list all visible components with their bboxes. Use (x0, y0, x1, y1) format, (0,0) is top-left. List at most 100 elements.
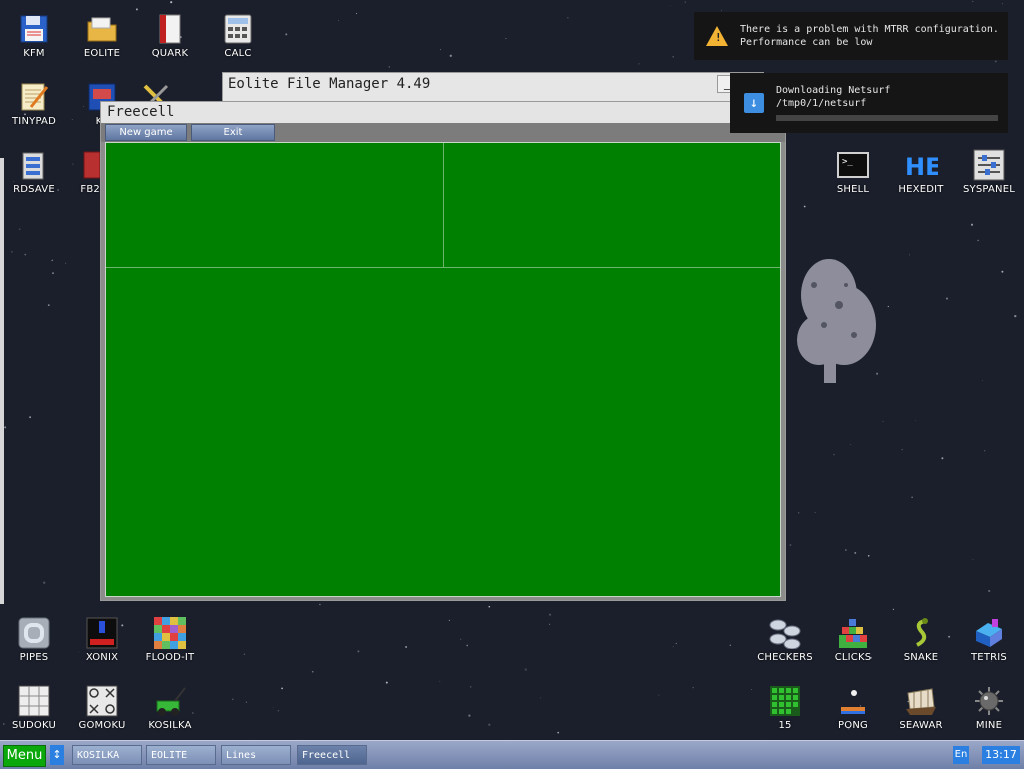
star (439, 680, 441, 682)
mine-icon (972, 684, 1006, 718)
desktop-icon-seawar[interactable]: SEAWAR (887, 676, 955, 740)
star (505, 37, 507, 40)
star (338, 20, 339, 21)
star (850, 444, 852, 445)
lawnmower-icon (153, 684, 187, 718)
desktop-icon-pong[interactable]: PONG (819, 676, 887, 740)
desktop-icon-shell[interactable]: >_ SHELL (819, 140, 887, 204)
desktop-icon-tetris[interactable]: TETRIS (955, 608, 1023, 672)
star (833, 453, 835, 456)
star (18, 228, 21, 231)
star (909, 254, 911, 256)
task-button-kosilka[interactable]: KOSILKA (72, 745, 142, 765)
star (51, 259, 53, 261)
window-titlebar[interactable]: Freecell (101, 102, 785, 123)
language-indicator[interactable]: En (953, 746, 969, 764)
eolite-window[interactable]: Eolite File Manager 4.49 _ (222, 72, 764, 104)
task-button-lines[interactable]: Lines (221, 745, 291, 765)
desktop-icon-flood-it[interactable]: FLOOD-IT (136, 608, 204, 672)
star (47, 304, 50, 307)
syspanel-icon (972, 148, 1006, 182)
gomoku-icon (85, 684, 119, 718)
desktop-icon-calc[interactable]: CALC (204, 4, 272, 68)
star (672, 646, 674, 648)
exit-button[interactable]: Exit (191, 124, 275, 141)
new-game-button[interactable]: New game (105, 124, 187, 141)
star (449, 54, 452, 57)
star (488, 723, 491, 726)
star (901, 449, 903, 451)
desktop-icon-label: KFM (23, 48, 45, 59)
star (684, 1, 686, 3)
desktop-icon-label: GOMOKU (78, 720, 126, 731)
book-icon (153, 12, 187, 46)
star (524, 668, 527, 671)
star (567, 17, 569, 19)
desktop-icon-tinypad[interactable]: TINYPAD (0, 72, 68, 136)
star (488, 605, 491, 608)
desktop-icon-snake[interactable]: SNAKE (887, 608, 955, 672)
desktop-icon-hexedit[interactable]: HE HEXEDIT (887, 140, 955, 204)
pipes-icon (17, 616, 51, 650)
notepad-icon (17, 80, 51, 114)
terminal-icon: >_ (836, 148, 870, 182)
desktop-icon-label: 15 (778, 720, 792, 731)
desktop-icon-fb2[interactable]: FB2 (68, 140, 100, 204)
desktop-icon-checkers[interactable]: CHECKERS (751, 608, 819, 672)
desktop-icon-quark[interactable]: QUARK (136, 4, 204, 68)
hexedit-icon: HE (904, 148, 938, 182)
desktop-icon-xonix[interactable]: XONIX (68, 608, 136, 672)
desktop-icon-label: SYSPANEL (962, 184, 1015, 195)
mtrr-warning-notification[interactable]: ! There is a problem with MTRR configura… (694, 12, 1008, 60)
desktop-icon-gomoku[interactable]: GOMOKU (68, 676, 136, 740)
star (867, 554, 870, 557)
desktop-icon-syspanel[interactable]: SYSPANEL (955, 140, 1023, 204)
download-notification[interactable]: ↓ Downloading Netsurf /tmp0/1/netsurf (730, 73, 1008, 133)
desktop-icon-mine[interactable]: MINE (955, 676, 1023, 740)
star (448, 619, 451, 622)
star (243, 653, 246, 656)
star (692, 687, 694, 689)
star (10, 250, 13, 253)
tetris-icon (972, 616, 1006, 650)
desktop-icon-label: RDSAVE (13, 184, 55, 195)
desktop-icon-label: PONG (838, 720, 868, 731)
task-button-eolite[interactable]: EOLITE (146, 745, 216, 765)
star (984, 450, 986, 452)
desktop-icon-label: CALC (224, 48, 252, 59)
freecell-window[interactable]: Freecell New game Exit (100, 101, 786, 601)
desktop-icon-label: CLICKS (834, 652, 872, 663)
notification-text: Downloading Netsurf /tmp0/1/netsurf (776, 85, 890, 109)
star (245, 701, 247, 703)
star (803, 205, 806, 208)
desktop-icon-rdsave[interactable]: RDSAVE (0, 140, 68, 204)
star (43, 581, 46, 584)
desktop-icon-15[interactable]: 15 (751, 676, 819, 740)
clock[interactable]: 13:17 (982, 746, 1020, 764)
star (675, 642, 677, 645)
star (232, 698, 234, 700)
desktop-icon-sudoku[interactable]: SUDOKU (0, 676, 68, 740)
star (972, 559, 974, 560)
star (170, 1, 173, 4)
menu-button[interactable]: Menu (3, 745, 46, 767)
updown-arrow-icon[interactable]: ↕ (50, 745, 64, 765)
desktop-icon-clicks[interactable]: CLICKS (819, 608, 887, 672)
card-table[interactable] (105, 142, 781, 597)
task-button-freecell[interactable]: Freecell (297, 745, 367, 765)
star (970, 223, 974, 226)
desktop-icon-pipes[interactable]: PIPES (0, 608, 68, 672)
clicks-icon (836, 616, 870, 650)
cells-divider (443, 143, 444, 267)
desktop-icon-kosilka[interactable]: KOSILKA (136, 676, 204, 740)
fb2-icon (68, 148, 100, 182)
ship-icon (904, 684, 938, 718)
desktop-icon-eolite[interactable]: EOLITE (68, 4, 136, 68)
star (548, 613, 552, 616)
star (941, 457, 944, 460)
desktop-icon-kfm[interactable]: KFM (0, 4, 68, 68)
star (994, 60, 997, 63)
star (982, 380, 983, 382)
warning-icon: ! (706, 26, 728, 46)
star (972, 0, 974, 2)
